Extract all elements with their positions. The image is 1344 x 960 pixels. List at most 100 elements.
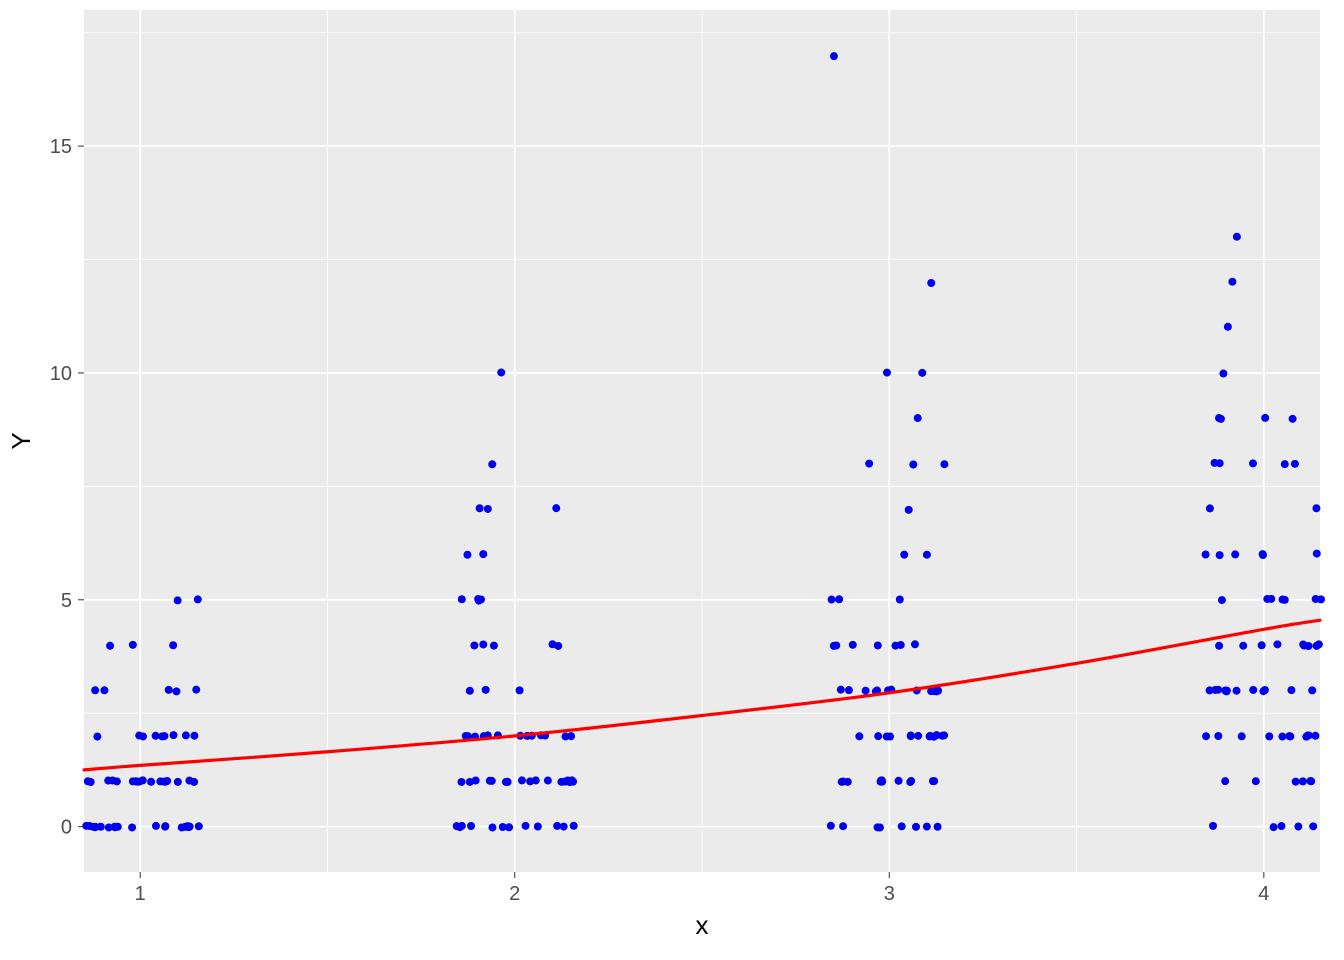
data-point <box>1267 595 1275 603</box>
data-point <box>488 824 496 832</box>
data-point <box>874 732 882 740</box>
data-point <box>1206 504 1214 512</box>
data-point <box>933 687 941 695</box>
data-point <box>1311 732 1319 740</box>
data-point <box>522 822 530 830</box>
data-point <box>912 823 920 831</box>
data-point <box>844 778 852 786</box>
data-point <box>562 732 570 740</box>
data-point <box>1304 642 1312 650</box>
data-point <box>91 686 99 694</box>
data-point <box>484 505 492 513</box>
data-point <box>1292 778 1300 786</box>
data-point <box>877 777 885 785</box>
data-point <box>886 733 894 741</box>
data-point <box>914 732 922 740</box>
data-point <box>165 686 173 694</box>
data-point <box>1214 732 1222 740</box>
data-point <box>1224 323 1232 331</box>
data-point <box>909 461 917 469</box>
scatter-chart: 1234051015xY <box>0 0 1344 960</box>
data-point <box>161 822 169 830</box>
data-point <box>1217 415 1225 423</box>
data-point <box>161 778 169 786</box>
data-point <box>895 777 903 785</box>
data-point <box>900 551 908 559</box>
data-point <box>1281 596 1289 604</box>
data-point <box>84 777 92 785</box>
data-point <box>835 595 843 603</box>
data-point <box>100 686 108 694</box>
data-point <box>1228 278 1236 286</box>
data-point <box>1287 686 1295 694</box>
data-point <box>470 641 478 649</box>
data-point <box>1249 686 1257 694</box>
data-point <box>195 822 203 830</box>
data-point <box>1223 687 1231 695</box>
data-point <box>111 823 119 831</box>
data-point <box>497 368 505 376</box>
x-tick-label: 1 <box>135 883 146 905</box>
data-point <box>1259 550 1267 558</box>
data-point <box>907 777 915 785</box>
data-point <box>1258 641 1266 649</box>
data-point <box>1238 732 1246 740</box>
data-point <box>564 777 572 785</box>
data-point <box>1308 686 1316 694</box>
data-point <box>1270 823 1278 831</box>
data-point <box>499 823 507 831</box>
data-point <box>554 642 562 650</box>
data-point <box>1233 687 1241 695</box>
data-point <box>1206 686 1214 694</box>
data-point <box>940 460 948 468</box>
data-point <box>1202 551 1210 559</box>
data-point <box>1306 777 1314 785</box>
x-tick-label: 3 <box>884 883 895 905</box>
data-point <box>1249 459 1257 467</box>
data-point <box>923 823 931 831</box>
data-point <box>552 504 560 512</box>
data-point <box>129 641 137 649</box>
data-point <box>570 822 578 830</box>
y-axis-label: Y <box>6 432 36 449</box>
data-point <box>1277 822 1285 830</box>
data-point <box>926 732 934 740</box>
y-tick-label: 10 <box>50 363 72 385</box>
data-point <box>929 777 937 785</box>
data-point <box>172 687 180 695</box>
data-point <box>185 777 193 785</box>
data-point <box>488 460 496 468</box>
data-point <box>862 687 870 695</box>
data-point <box>927 279 935 287</box>
data-point <box>194 595 202 603</box>
data-point <box>828 596 836 604</box>
data-point <box>518 776 526 784</box>
data-point <box>1265 732 1273 740</box>
x-axis-label: x <box>696 910 709 940</box>
data-point <box>93 733 101 741</box>
data-point <box>1218 596 1226 604</box>
data-point <box>1289 415 1297 423</box>
data-point <box>466 778 474 786</box>
data-point <box>516 686 524 694</box>
data-point <box>934 823 942 831</box>
data-point <box>182 731 190 739</box>
data-point <box>1239 642 1247 650</box>
data-point <box>1313 550 1321 558</box>
data-point <box>855 732 863 740</box>
data-point <box>147 778 155 786</box>
chart-container: 1234051015xY <box>0 0 1344 960</box>
data-point <box>1221 777 1229 785</box>
data-point <box>152 822 160 830</box>
data-point <box>849 641 857 649</box>
data-point <box>544 777 552 785</box>
data-point <box>135 732 143 740</box>
data-point <box>190 732 198 740</box>
y-tick-label: 0 <box>61 817 72 839</box>
data-point <box>457 778 465 786</box>
data-point <box>560 823 568 831</box>
data-point <box>1281 460 1289 468</box>
data-point <box>898 822 906 830</box>
data-point <box>897 641 905 649</box>
data-point <box>466 687 474 695</box>
